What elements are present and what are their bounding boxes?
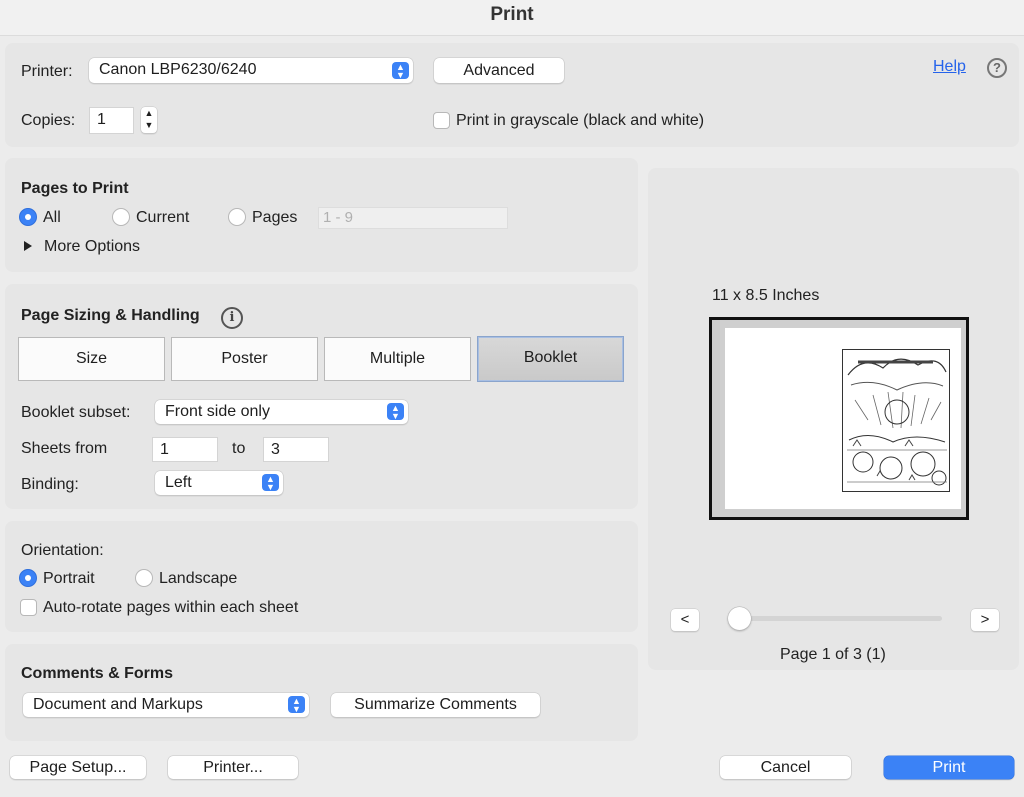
tab-multiple[interactable]: Multiple xyxy=(324,337,471,381)
copies-label: Copies: xyxy=(21,112,76,129)
summarize-comments-button[interactable]: Summarize Comments xyxy=(331,693,540,717)
comments-forms-title: Comments & Forms xyxy=(21,665,174,682)
radio-landscape[interactable] xyxy=(135,569,153,587)
page-preview-frame xyxy=(709,317,969,520)
page-slider-track[interactable] xyxy=(733,616,942,621)
printer-select[interactable]: Canon LBP6230/6240 ▲ ▼ xyxy=(89,58,413,83)
orientation-title: Orientation: xyxy=(21,542,104,559)
more-options-label[interactable]: More Options xyxy=(44,238,140,256)
comments-forms-select[interactable]: Document and Markups ▲ ▼ xyxy=(23,693,309,717)
pages-to-print-title: Pages to Print xyxy=(21,180,129,197)
radio-landscape-label: Landscape xyxy=(159,570,238,587)
print-button[interactable]: Print xyxy=(884,756,1014,779)
cancel-button[interactable]: Cancel xyxy=(720,756,851,779)
sheets-to-label: to xyxy=(232,440,246,457)
binding-label: Binding: xyxy=(21,476,79,493)
auto-rotate-label: Auto-rotate pages within each sheet xyxy=(43,599,299,616)
select-arrows-icon: ▲ ▼ xyxy=(262,474,279,492)
stepper-down-icon[interactable]: ▼ xyxy=(141,119,157,131)
booklet-subset-select[interactable]: Front side only ▲ ▼ xyxy=(155,400,408,424)
tab-size[interactable]: Size xyxy=(18,337,165,381)
copies-stepper[interactable]: ▲ ▼ xyxy=(141,107,157,133)
page-preview-sheet xyxy=(725,328,961,509)
disclosure-triangle-icon[interactable] xyxy=(24,241,32,251)
window-title: Print xyxy=(0,0,1024,36)
paper-size-label: 11 x 8.5 Inches xyxy=(712,287,820,304)
help-link[interactable]: Help xyxy=(933,58,966,76)
sheets-to-field[interactable]: 3 xyxy=(263,437,329,462)
binding-value: Left xyxy=(165,474,192,491)
page-slider-thumb[interactable] xyxy=(728,607,751,630)
stepper-up-icon[interactable]: ▲ xyxy=(141,107,157,119)
booklet-subset-value: Front side only xyxy=(165,403,270,420)
tab-poster[interactable]: Poster xyxy=(171,337,318,381)
radio-pages[interactable] xyxy=(228,208,246,226)
info-icon[interactable]: i xyxy=(221,307,243,329)
booklet-subset-label: Booklet subset: xyxy=(21,404,131,421)
binding-select[interactable]: Left ▲ ▼ xyxy=(155,471,283,495)
printer-button[interactable]: Printer... xyxy=(168,756,298,779)
next-page-button[interactable]: > xyxy=(971,609,999,631)
sheets-from-label: Sheets from xyxy=(21,440,108,457)
pages-range-field[interactable]: 1 - 9 xyxy=(318,207,508,229)
select-arrows-icon: ▲ ▼ xyxy=(387,403,404,421)
select-arrows-icon: ▲ ▼ xyxy=(288,696,305,714)
comments-forms-value: Document and Markups xyxy=(33,696,203,713)
radio-current[interactable] xyxy=(112,208,130,226)
copies-field[interactable]: 1 xyxy=(89,107,134,134)
sheets-from-field[interactable]: 1 xyxy=(152,437,218,462)
select-arrows-icon: ▲ ▼ xyxy=(392,62,409,80)
page-info: Page 1 of 3 (1) xyxy=(780,646,886,663)
radio-portrait[interactable] xyxy=(19,569,37,587)
coloring-page-thumbnail xyxy=(842,349,950,492)
grayscale-label: Print in grayscale (black and white) xyxy=(456,112,705,129)
page-sizing-title: Page Sizing & Handling xyxy=(21,307,200,324)
printer-select-value: Canon LBP6230/6240 xyxy=(99,61,257,78)
prev-page-button[interactable]: < xyxy=(671,609,699,631)
page-setup-button[interactable]: Page Setup... xyxy=(10,756,146,779)
coloring-page-illustration xyxy=(843,350,949,491)
radio-current-label: Current xyxy=(136,209,190,226)
help-icon[interactable]: ? xyxy=(987,58,1007,78)
tab-booklet[interactable]: Booklet xyxy=(477,336,624,382)
radio-all[interactable] xyxy=(19,208,37,226)
advanced-button[interactable]: Advanced xyxy=(434,58,564,83)
radio-pages-label: Pages xyxy=(252,209,298,226)
auto-rotate-checkbox[interactable] xyxy=(20,599,37,616)
radio-all-label: All xyxy=(43,209,61,226)
grayscale-checkbox[interactable] xyxy=(433,112,450,129)
printer-label: Printer: xyxy=(21,63,73,80)
radio-portrait-label: Portrait xyxy=(43,570,95,587)
